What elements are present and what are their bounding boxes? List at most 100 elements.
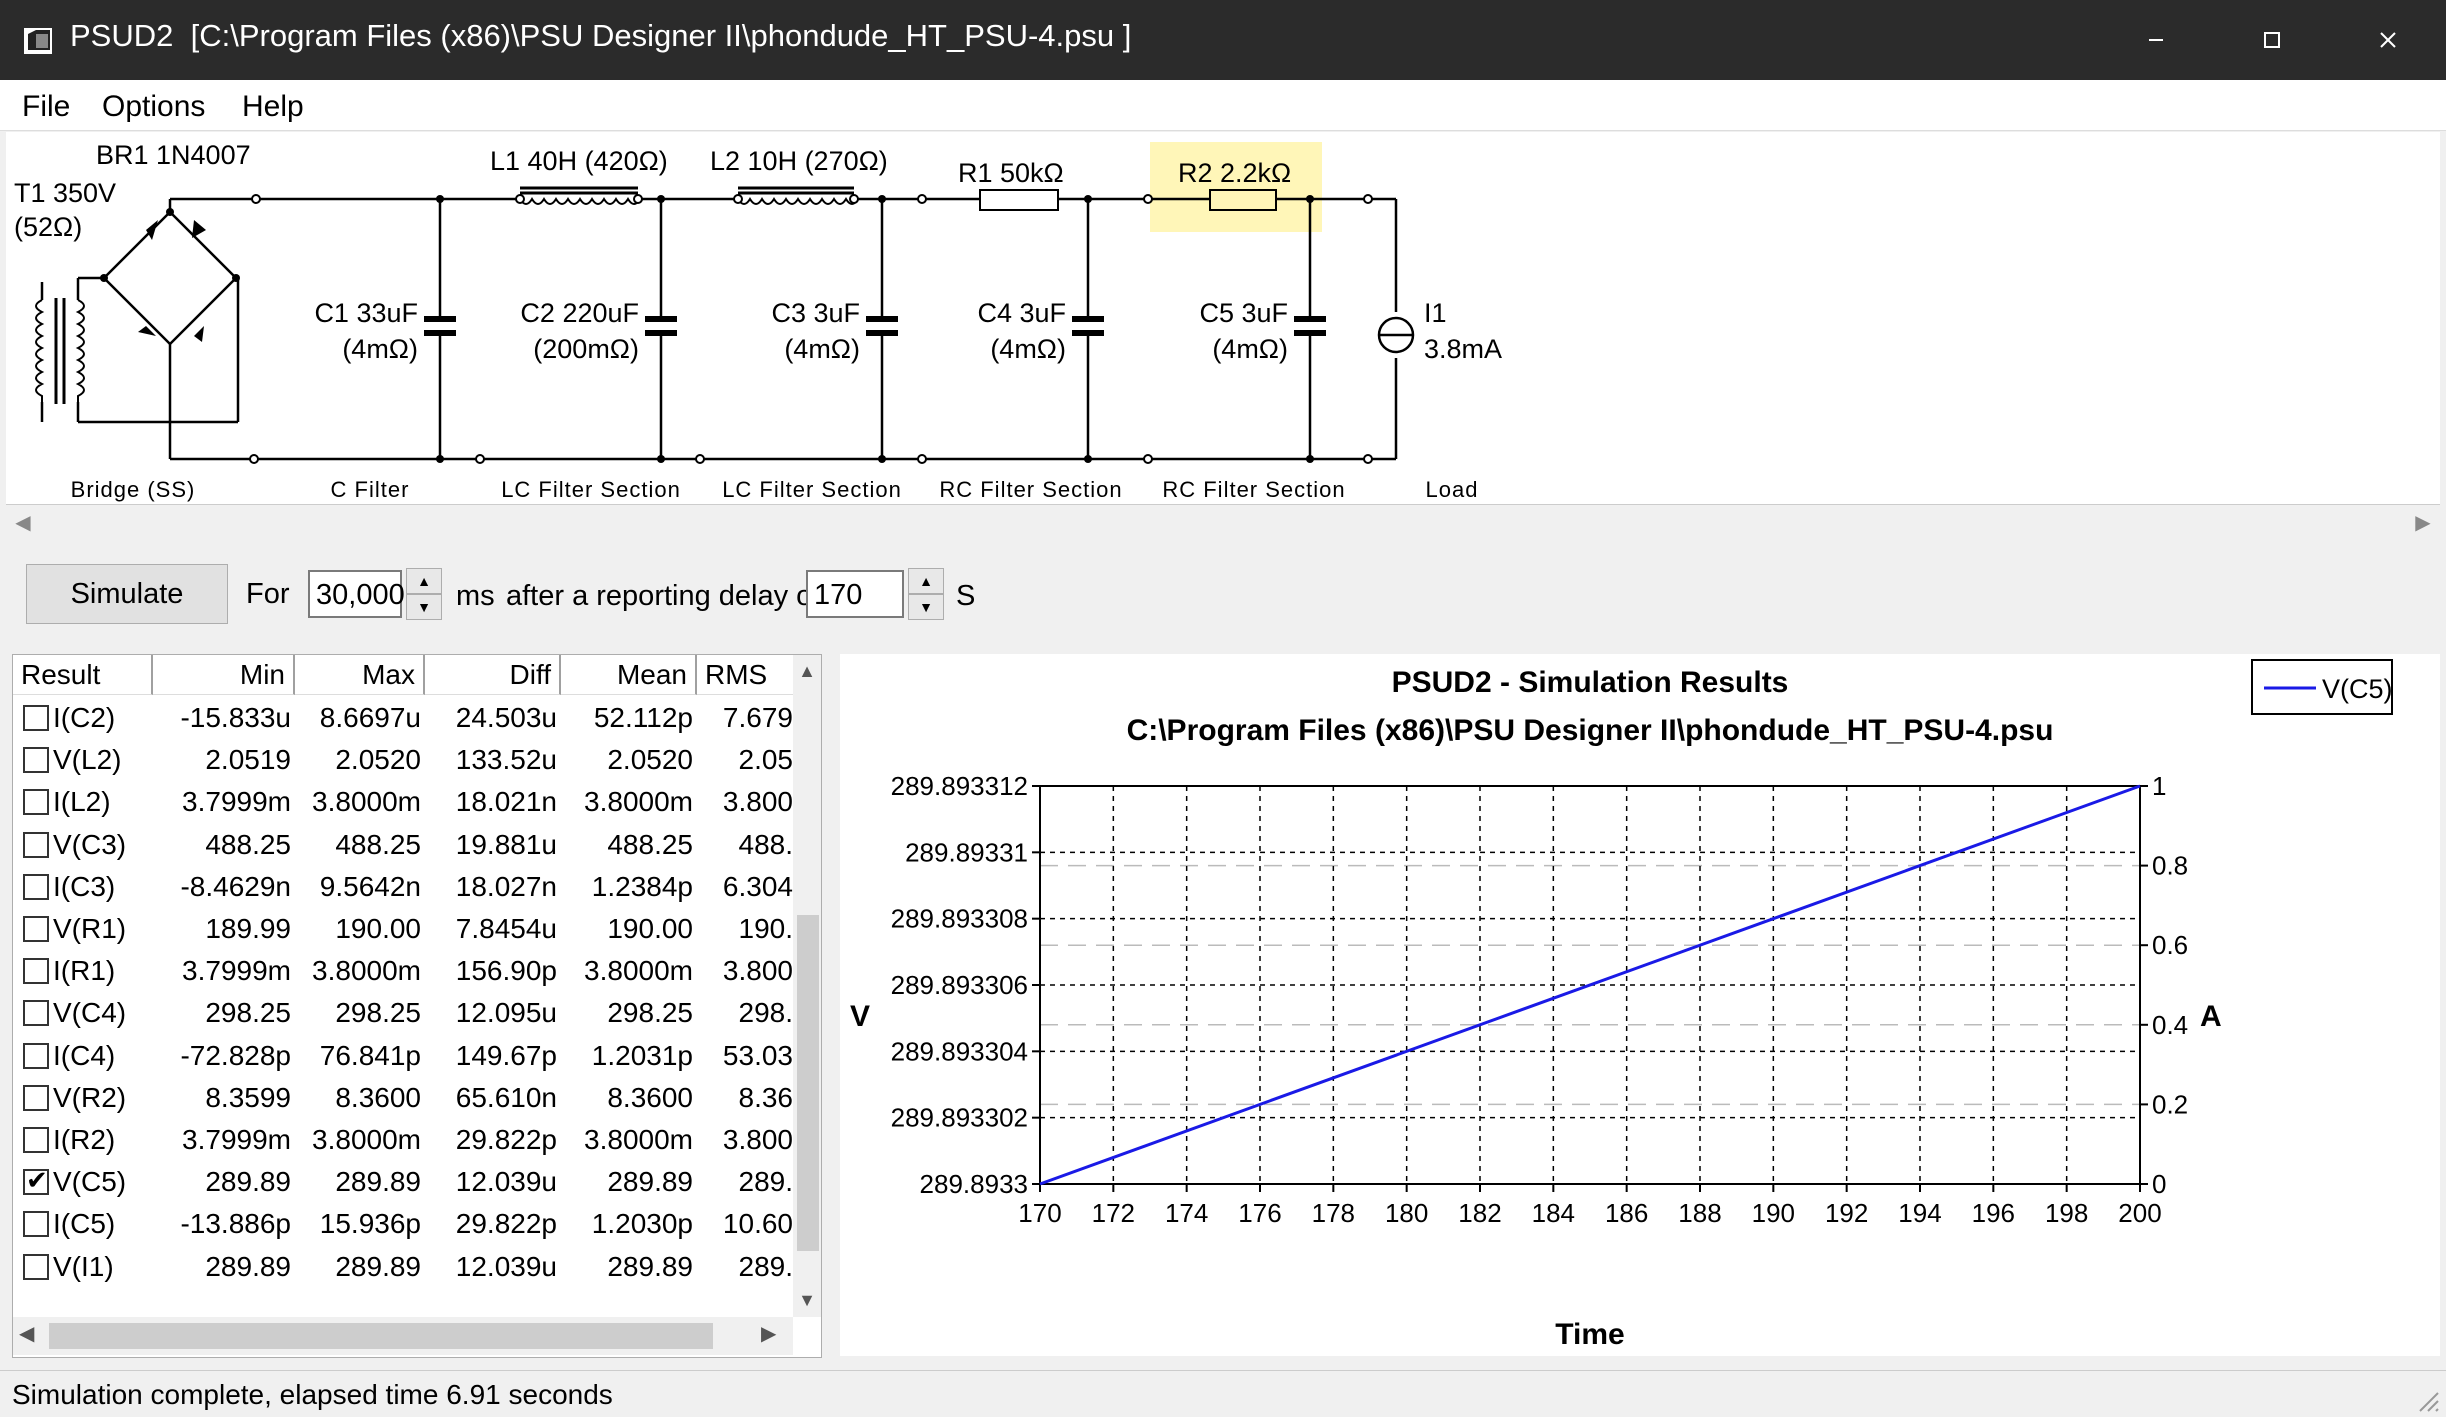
c1-label: C1 33uF [314, 298, 418, 328]
cell-min: -8.4629n [180, 870, 291, 902]
menu-help[interactable]: Help [234, 86, 312, 128]
spin-down-icon[interactable]: ▼ [908, 594, 944, 620]
r1-label: R1 50kΩ [958, 158, 1064, 188]
scroll-down-icon[interactable]: ▼ [793, 1290, 821, 1311]
resize-grip-icon[interactable] [2414, 1387, 2440, 1413]
column-header-diff[interactable]: Diff [425, 655, 561, 695]
cell-min: 8.3599 [205, 1081, 291, 1113]
results-chart: PSUD2 - Simulation Results C:\Program Fi… [850, 659, 2393, 1351]
column-header-mean[interactable]: Mean [561, 655, 697, 695]
table-row[interactable]: I(C2) -15.833u 8.6697u 24.503u 52.112p 7.679 [13, 697, 793, 739]
column-header-max[interactable]: Max [295, 655, 425, 695]
delay-input[interactable]: 170 [806, 570, 904, 618]
schematic-canvas[interactable]: BR1 1N4007 T1 350V (52Ω) L1 40H (420Ω) L… [6, 132, 2440, 504]
schematic-scrollbar[interactable]: ◀ ▶ [6, 504, 2440, 539]
scroll-left-icon[interactable]: ◀ [19, 1321, 34, 1346]
cell-max: 488.25 [335, 828, 421, 860]
table-row[interactable]: I(R1) 3.7999m 3.8000m 156.90p 3.8000m 3.800 [13, 950, 793, 992]
spin-down-icon[interactable]: ▼ [406, 594, 442, 620]
table-row[interactable]: V(I1) 289.89 289.89 12.039u 289.89 289. [13, 1246, 793, 1288]
cell-mean: 1.2031p [591, 1039, 693, 1071]
y-tick-label: 289.893302 [891, 1103, 1028, 1133]
column-header-result[interactable]: Result [13, 655, 153, 695]
row-checkbox[interactable] [23, 873, 49, 900]
scroll-thumb[interactable] [49, 1323, 713, 1349]
cell-mean: 298.25 [607, 997, 693, 1029]
simulate-button[interactable]: Simulate [26, 564, 228, 624]
cell-mean: 52.112p [593, 702, 693, 733]
minimize-button[interactable] [2098, 0, 2214, 80]
y-axis-label: V [850, 1000, 870, 1033]
scroll-thumb[interactable] [797, 915, 819, 1251]
row-checkbox[interactable] [23, 958, 49, 985]
row-checkbox[interactable] [23, 1165, 49, 1196]
cell-rms: 7.679 [722, 702, 793, 733]
file-path: [C:\Program Files (x86)\PSU Designer II\… [190, 18, 1132, 53]
row-checkbox[interactable] [23, 1127, 49, 1153]
table-row[interactable]: V(C5) 289.89 289.89 12.039u 289.89 289. [13, 1161, 793, 1203]
maximize-button[interactable] [2214, 0, 2330, 80]
scroll-up-icon[interactable]: ▲ [793, 661, 821, 682]
row-checkbox[interactable] [23, 747, 49, 774]
table-row[interactable]: V(C3) 488.25 488.25 19.881u 488.25 488. [13, 824, 793, 866]
duration-stepper[interactable]: ▲ ▼ [406, 568, 442, 620]
table-vertical-scrollbar[interactable]: ▲ ▼ [793, 655, 821, 1317]
cell-rms: 3.800 [722, 1124, 793, 1155]
cell-min: -15.833u [180, 702, 291, 733]
scroll-right-icon[interactable]: ▶ [2406, 505, 2440, 539]
table-row[interactable]: V(L2) 2.0519 2.0520 133.52u 2.0520 2.05 [13, 739, 793, 781]
cell-diff: 19.881u [455, 828, 557, 860]
column-header-rms[interactable]: RMS [697, 655, 793, 695]
cell-rms: 488. [738, 828, 794, 860]
x-tick-label: 178 [1312, 1198, 1355, 1228]
x-tick-label: 186 [1605, 1198, 1648, 1228]
c3-label: C3 3uF [771, 298, 860, 328]
cell-mean: 2.0520 [607, 744, 693, 776]
row-checkbox[interactable] [23, 831, 49, 858]
close-button[interactable] [2330, 0, 2446, 80]
l1-label: L1 40H (420Ω) [490, 146, 668, 176]
cell-max: 3.8000m [312, 786, 421, 818]
x-tick-label: 198 [2045, 1198, 2088, 1228]
cell-rms: 10.60 [722, 1208, 793, 1240]
table-row[interactable]: V(R2) 8.3599 8.3600 65.610n 8.3600 8.36 [13, 1077, 793, 1119]
menu-options[interactable]: Options [94, 86, 213, 128]
delay-label: after a reporting delay of [506, 580, 821, 612]
cell-name: I(R2) [53, 1124, 116, 1155]
row-checkbox[interactable] [23, 1084, 49, 1111]
row-checkbox[interactable] [23, 1000, 49, 1027]
spin-up-icon[interactable]: ▲ [406, 568, 442, 594]
scroll-right-icon[interactable]: ▶ [761, 1321, 776, 1346]
load-value: 3.8mA [1424, 334, 1502, 364]
column-header-min[interactable]: Min [153, 655, 295, 695]
row-checkbox[interactable] [23, 1253, 49, 1280]
cell-min: 3.7999m [182, 786, 291, 818]
c2-esr: (200mΩ) [533, 334, 639, 364]
spin-up-icon[interactable]: ▲ [908, 568, 944, 594]
menu-file[interactable]: File [14, 86, 78, 128]
x-tick-label: 200 [2118, 1198, 2161, 1228]
row-checkbox[interactable] [23, 1042, 49, 1069]
scroll-left-icon[interactable]: ◀ [6, 505, 40, 539]
row-checkbox[interactable] [23, 789, 49, 816]
table-row[interactable]: I(C3) -8.4629n 9.5642n 18.027n 1.2384p 6.304 [13, 866, 793, 908]
c5-label: C5 3uF [1199, 298, 1288, 328]
y2-tick-label: 0.6 [2152, 930, 2188, 960]
cell-mean: 488.25 [607, 828, 693, 860]
delay-stepper[interactable]: ▲ ▼ [908, 568, 944, 620]
duration-input[interactable]: 30,000 [308, 570, 405, 618]
table-row[interactable]: I(R2) 3.7999m 3.8000m 29.822p 3.8000m 3.800 [13, 1119, 793, 1161]
table-row[interactable]: I(C4) -72.828p 76.841p 149.67p 1.2031p 53.03 [13, 1035, 793, 1077]
cell-min: -72.828p [180, 1039, 291, 1071]
row-checkbox[interactable] [23, 1211, 49, 1238]
table-row[interactable]: V(R1) 189.99 190.00 7.8454u 190.00 190. [13, 908, 793, 950]
table-row[interactable]: I(C5) -13.886p 15.936p 29.822p 1.2030p 10.60 [13, 1203, 793, 1245]
cell-diff: 24.503u [455, 702, 557, 733]
transformer-label: T1 350V [14, 178, 116, 208]
title-bar: PSUD2 [C:\Program Files (x86)\PSU Design… [0, 0, 2446, 80]
table-horizontal-scrollbar[interactable]: ◀ ▶ [13, 1317, 793, 1355]
row-checkbox[interactable] [23, 705, 49, 731]
row-checkbox[interactable] [23, 916, 49, 942]
table-row[interactable]: I(L2) 3.7999m 3.8000m 18.021n 3.8000m 3.800 [13, 781, 793, 823]
table-row[interactable]: V(C4) 298.25 298.25 12.095u 298.25 298. [13, 992, 793, 1034]
